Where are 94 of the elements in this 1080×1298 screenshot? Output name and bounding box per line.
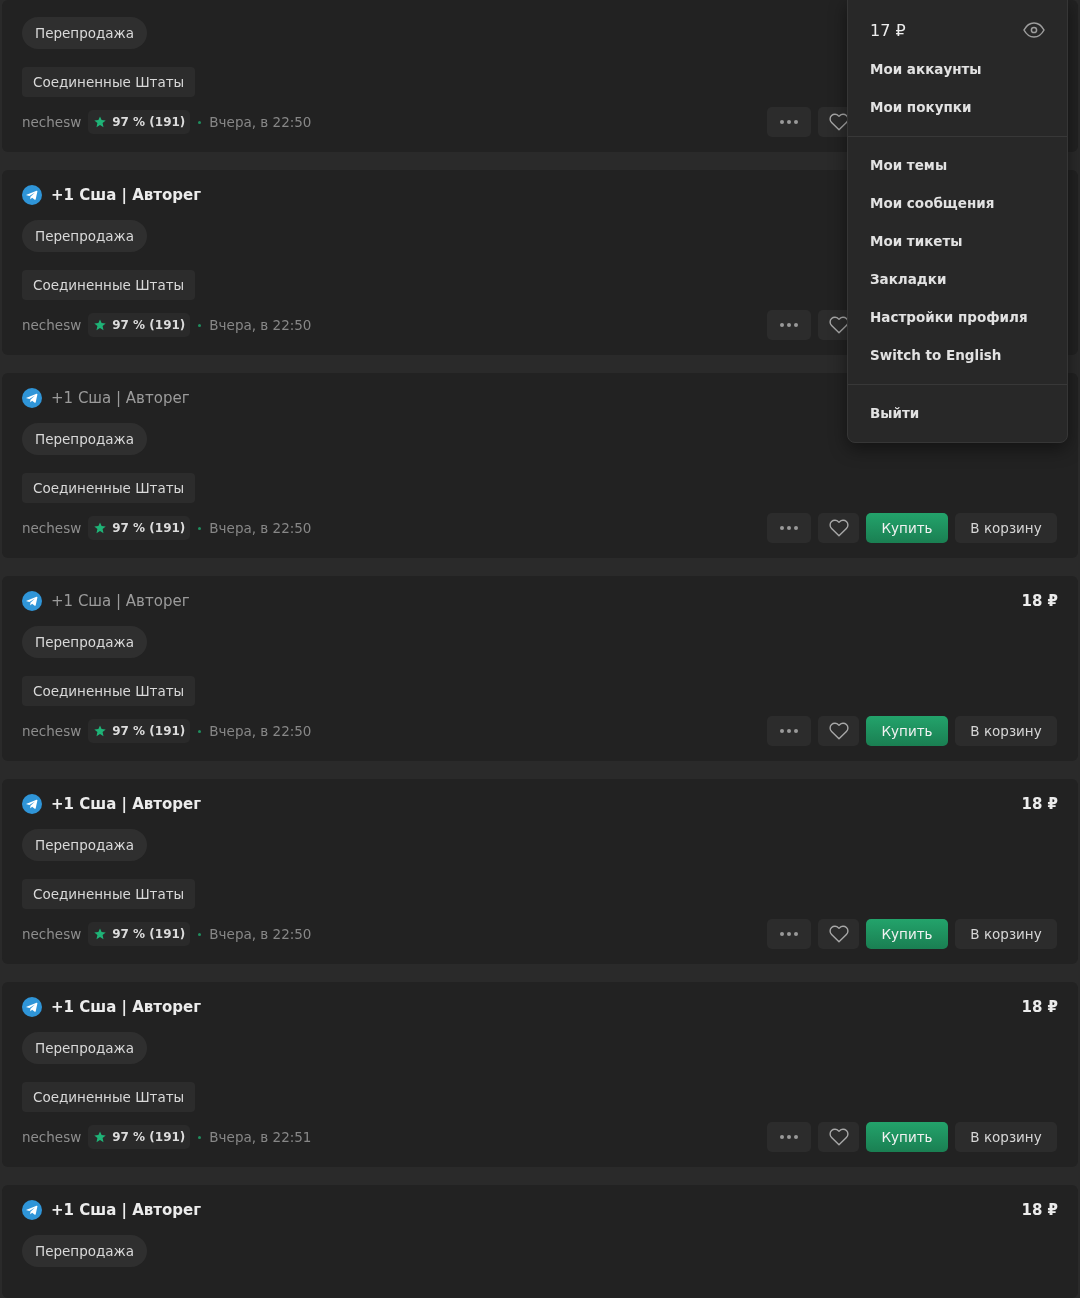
seller-name[interactable]: nechesw — [22, 520, 82, 536]
more-icon — [780, 323, 798, 327]
seller-name[interactable]: nechesw — [22, 114, 82, 130]
star-icon — [94, 319, 107, 331]
dot-icon — [198, 526, 202, 530]
rating-badge: 97 % (191) — [88, 516, 191, 540]
add-to-cart-button[interactable]: В корзину — [955, 513, 1057, 543]
paper-plane-icon — [22, 1200, 42, 1220]
more-icon — [780, 120, 798, 124]
country-tag: Соединенные Штаты — [22, 270, 196, 300]
listing-title[interactable]: +1 Сша | Авторег — [51, 186, 202, 204]
buy-button[interactable]: Купить — [866, 513, 948, 543]
listing-title[interactable]: +1 Сша | Авторег — [51, 795, 202, 813]
category-tag: Перепродажа — [22, 220, 148, 252]
posted-time: Вчера, в 22:50 — [209, 114, 312, 130]
star-icon — [94, 522, 107, 534]
dot-icon — [198, 729, 202, 733]
more-button[interactable] — [767, 513, 811, 543]
seller-name[interactable]: nechesw — [22, 317, 82, 333]
country-tag: Соединенные Штаты — [22, 473, 196, 503]
dot-icon — [198, 932, 202, 936]
category-tag: Перепродажа — [22, 1235, 148, 1267]
more-button[interactable] — [767, 716, 811, 746]
star-icon — [94, 1131, 107, 1143]
more-button[interactable] — [767, 107, 811, 137]
add-to-cart-button[interactable]: В корзину — [955, 716, 1057, 746]
posted-time: Вчера, в 22:50 — [209, 926, 312, 942]
rating-badge: 97 % (191) — [88, 110, 191, 134]
menu-item[interactable]: Мои сообщения — [848, 184, 1067, 222]
seller-name[interactable]: nechesw — [22, 723, 82, 739]
country-tag: Соединенные Штаты — [22, 1082, 196, 1112]
buy-button[interactable]: Купить — [866, 1122, 948, 1152]
rating-badge: 97 % (191) — [88, 1125, 191, 1149]
more-icon — [780, 729, 798, 733]
more-icon — [780, 526, 798, 530]
posted-time: Вчера, в 22:50 — [209, 723, 312, 739]
favorite-button[interactable] — [818, 716, 859, 746]
more-icon — [780, 1135, 798, 1139]
category-tag: Перепродажа — [22, 1032, 148, 1064]
category-tag: Перепродажа — [22, 423, 148, 455]
seller-name[interactable]: nechesw — [22, 926, 82, 942]
category-tag: Перепродажа — [22, 626, 148, 658]
paper-plane-icon — [22, 591, 42, 611]
category-tag: Перепродажа — [22, 17, 148, 49]
listing-title[interactable]: +1 Сша | Авторег — [51, 1201, 202, 1219]
listing-title[interactable]: +1 Сша | Авторег — [51, 998, 202, 1016]
listing-price: 18 ₽ — [1021, 592, 1058, 610]
menu-item[interactable]: Настройки профиля — [848, 298, 1067, 336]
rating-badge: 97 % (191) — [88, 313, 191, 337]
menu-item[interactable]: Мои аккаунты — [848, 50, 1067, 88]
rating-badge: 97 % (191) — [88, 719, 191, 743]
paper-plane-icon — [22, 388, 42, 408]
more-icon — [780, 932, 798, 936]
posted-time: Вчера, в 22:51 — [209, 1129, 312, 1145]
add-to-cart-button[interactable]: В корзину — [955, 919, 1057, 949]
more-button[interactable] — [767, 1122, 811, 1152]
listing-title[interactable]: +1 Сша | Авторег — [51, 389, 190, 407]
star-icon — [94, 928, 107, 940]
category-tag: Перепродажа — [22, 829, 148, 861]
listing-title[interactable]: +1 Сша | Авторег — [51, 592, 190, 610]
paper-plane-icon — [22, 185, 42, 205]
buy-button[interactable]: Купить — [866, 919, 948, 949]
favorite-button[interactable] — [818, 919, 859, 949]
menu-item[interactable]: Закладки — [848, 260, 1067, 298]
country-tag: Соединенные Штаты — [22, 879, 196, 909]
posted-time: Вчера, в 22:50 — [209, 317, 312, 333]
posted-time: Вчера, в 22:50 — [209, 520, 312, 536]
more-button[interactable] — [767, 310, 811, 340]
menu-item[interactable]: Мои темы — [848, 146, 1067, 184]
dot-icon — [198, 323, 202, 327]
eye-icon[interactable] — [1023, 22, 1045, 38]
dot-icon — [198, 120, 202, 124]
more-button[interactable] — [767, 919, 811, 949]
country-tag: Соединенные Штаты — [22, 67, 196, 97]
star-icon — [94, 725, 107, 737]
balance-amount: 17 ₽ — [870, 20, 906, 40]
menu-item[interactable]: Мои покупки — [848, 88, 1067, 126]
rating-badge: 97 % (191) — [88, 922, 191, 946]
favorite-button[interactable] — [818, 1122, 859, 1152]
favorite-button[interactable] — [818, 513, 859, 543]
paper-plane-icon — [22, 794, 42, 814]
menu-item[interactable]: Выйти — [848, 394, 1067, 432]
dot-icon — [198, 1135, 202, 1139]
paper-plane-icon — [22, 997, 42, 1017]
buy-button[interactable]: Купить — [866, 716, 948, 746]
seller-name[interactable]: nechesw — [22, 1129, 82, 1145]
menu-item[interactable]: Switch to English — [848, 336, 1067, 374]
country-tag: Соединенные Штаты — [22, 676, 196, 706]
menu-item[interactable]: Мои тикеты — [848, 222, 1067, 260]
listing-price: 18 ₽ — [1021, 795, 1058, 813]
add-to-cart-button[interactable]: В корзину — [955, 1122, 1057, 1152]
star-icon — [94, 116, 107, 128]
listing-price: 18 ₽ — [1021, 998, 1058, 1016]
listing-price: 18 ₽ — [1021, 1201, 1058, 1219]
